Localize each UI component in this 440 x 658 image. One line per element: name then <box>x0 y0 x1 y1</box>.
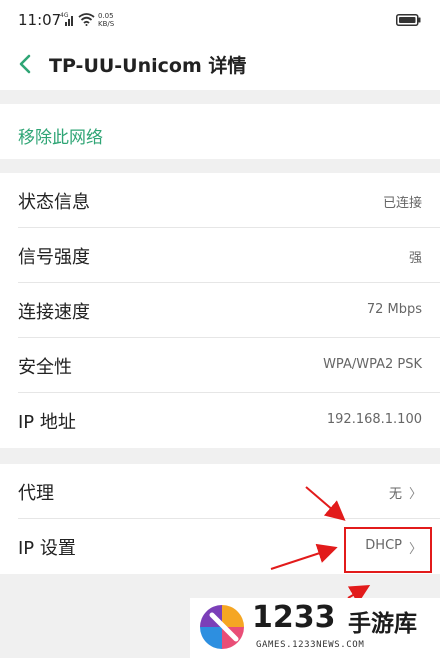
link-speed-value: 72 Mbps <box>366 302 422 317</box>
wifi-icon <box>78 13 95 26</box>
ip-address-label: IP 地址 <box>18 412 76 433</box>
info-row-signal: 信号强度 强 <box>0 228 440 283</box>
proxy-value: 无 <box>388 487 402 502</box>
forget-section: 移除此网络 <box>0 104 440 159</box>
proxy-label: 代理 <box>18 483 54 504</box>
watermark-number: 1233 <box>252 600 336 635</box>
speed-value: 0.05 <box>98 12 114 20</box>
info-row-status: 状态信息 已连接 <box>0 173 440 228</box>
forget-network-button[interactable]: 移除此网络 <box>18 123 103 148</box>
arrow-icon <box>347 584 371 604</box>
signal-icon <box>65 16 73 26</box>
brand-logo-icon <box>200 605 244 649</box>
page-title: TP-UU-Unicom 详情 <box>49 55 247 77</box>
security-value: WPA/WPA2 PSK <box>323 357 422 372</box>
watermark-brand: 手游库 <box>348 611 417 637</box>
chevron-left-icon <box>19 54 31 74</box>
status-value: 已连接 <box>382 196 422 211</box>
info-section: 状态信息 已连接 信号强度 强 连接速度 72 Mbps 安全性 WPA/WPA… <box>0 173 440 448</box>
speed-unit: KB/S <box>98 20 115 28</box>
site-watermark: 1233 手游库 GAMES.1233NEWS.COM <box>190 598 440 658</box>
proxy-row[interactable]: 代理 无 〉 <box>0 464 440 519</box>
app-header: TP-UU-Unicom 详情 <box>0 38 440 90</box>
back-button[interactable] <box>12 50 40 78</box>
status-label: 状态信息 <box>18 192 90 213</box>
chevron-right-icon: 〉 <box>408 487 422 502</box>
info-row-security: 安全性 WPA/WPA2 PSK <box>0 338 440 393</box>
signal-label: 信号强度 <box>18 247 90 268</box>
network-speed: 0.05 KB/S <box>98 12 114 28</box>
signal-value: 强 <box>408 251 422 266</box>
ip-address-value: 192.168.1.100 <box>326 412 422 427</box>
battery-icon <box>396 14 421 26</box>
ip-settings-label: IP 设置 <box>18 538 76 559</box>
watermark-url: GAMES.1233NEWS.COM <box>256 640 365 650</box>
info-row-speed: 连接速度 72 Mbps <box>0 283 440 338</box>
dhcp-highlight-box <box>344 527 432 573</box>
security-label: 安全性 <box>18 357 72 378</box>
info-row-ip: IP 地址 192.168.1.100 <box>0 393 440 448</box>
status-time: 11:07 <box>18 11 62 29</box>
wifi-detail-screen: 11:07 4G 0.05 KB/S TP-UU-Unicom 详情 移除此网络… <box>0 0 440 658</box>
speed-label: 连接速度 <box>18 302 90 323</box>
status-bar: 11:07 4G 0.05 KB/S <box>0 0 440 38</box>
